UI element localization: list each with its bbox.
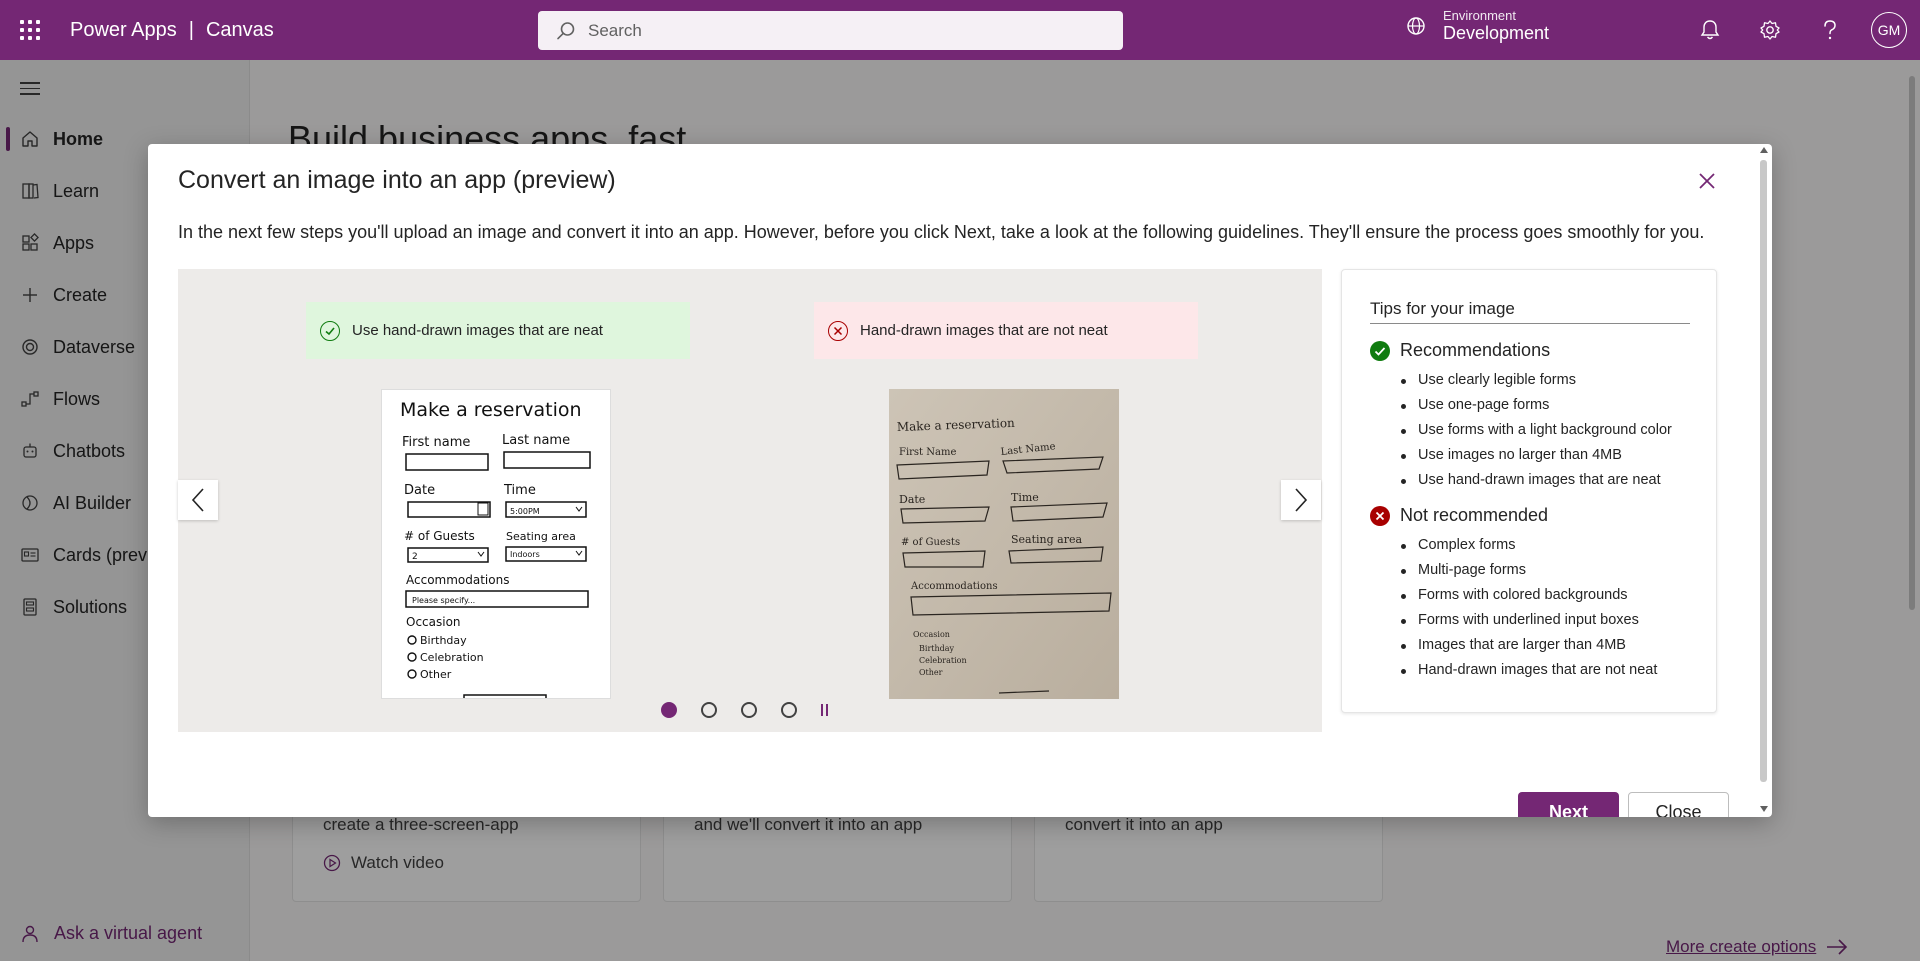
environment-label: Environment <box>1443 8 1516 23</box>
sample-guests-value: 2 <box>412 552 418 562</box>
recommendations-label: Recommendations <box>1400 340 1551 360</box>
close-icon <box>1699 173 1715 189</box>
recommendations-heading: Recommendations <box>1370 340 1550 361</box>
carousel-next-button[interactable] <box>1281 480 1321 520</box>
list-item: Forms with colored backgrounds <box>1394 583 1657 608</box>
bell-icon <box>1700 20 1720 40</box>
help-button[interactable] <box>1817 17 1843 43</box>
messy-first-name: First Name <box>899 447 956 458</box>
list-item: Forms with underlined input boxes <box>1394 608 1657 633</box>
messy-occasion: Occasion <box>913 630 950 639</box>
app-name[interactable]: Power Apps <box>70 19 177 42</box>
list-item: Multi-page forms <box>1394 558 1657 583</box>
guideline-carousel: Use hand-drawn images that are neat Hand… <box>178 269 1322 732</box>
sample-date: Date <box>404 483 435 498</box>
dialog-close-button[interactable] <box>1695 169 1719 193</box>
sample-guests: # of Guests <box>404 529 475 543</box>
convert-image-dialog: Convert an image into an app (preview) I… <box>148 144 1772 817</box>
sample-opt-birthday: Birthday <box>420 634 467 647</box>
next-button[interactable]: Next <box>1518 792 1619 817</box>
close-button[interactable]: Close <box>1628 792 1729 817</box>
good-example-text: Use hand-drawn images that are neat <box>352 322 603 339</box>
sample-opt-other: Other <box>420 668 452 681</box>
list-item: Hand-drawn images that are not neat <box>1394 658 1657 683</box>
gear-icon <box>1760 20 1780 40</box>
bad-example-text: Hand-drawn images that are not neat <box>860 322 1108 339</box>
sample-accommodations-placeholder: Please specify... <box>412 596 475 605</box>
sample-time: Time <box>503 483 536 498</box>
carousel-previous-button[interactable] <box>178 480 218 520</box>
carousel-dot-2[interactable] <box>701 702 717 718</box>
sample-seating-value: Indoors <box>510 550 540 559</box>
sample-occasion: Occasion <box>406 615 461 629</box>
avatar[interactable]: GM <box>1871 12 1907 48</box>
tips-title: Tips for your image <box>1370 299 1690 324</box>
search-icon <box>557 21 575 39</box>
environment-picker[interactable]: Environment Development <box>1405 8 1549 44</box>
settings-button[interactable] <box>1757 17 1783 43</box>
list-item: Use hand-drawn images that are neat <box>1394 468 1672 493</box>
not-recommended-heading: Not recommended <box>1370 505 1548 526</box>
check-circle-icon <box>320 320 340 341</box>
not-recommended-list: Complex forms Multi-page forms Forms wit… <box>1394 533 1657 683</box>
list-item: Complex forms <box>1394 533 1657 558</box>
search-placeholder: Search <box>588 20 642 40</box>
recommendations-list: Use clearly legible forms Use one-page f… <box>1394 368 1672 493</box>
list-item: Use one-page forms <box>1394 393 1672 418</box>
top-bar: Power Apps | Canvas Search Environment D… <box>0 0 1920 60</box>
sample-seating: Seating area <box>506 530 576 543</box>
sample-accommodations: Accommodations <box>406 573 509 587</box>
carousel-dot-3[interactable] <box>741 702 757 718</box>
error-circle-filled-icon <box>1370 505 1390 526</box>
bad-example-label: Hand-drawn images that are not neat <box>814 302 1198 359</box>
environment-value: Development <box>1443 23 1550 43</box>
pause-icon[interactable] <box>821 703 828 717</box>
carousel-dot-4[interactable] <box>781 702 797 718</box>
dialog-scrollbar[interactable] <box>1756 144 1772 817</box>
notifications-button[interactable] <box>1697 17 1723 43</box>
list-item: Use images no larger than 4MB <box>1394 443 1672 468</box>
error-circle-icon <box>828 320 848 341</box>
section-name: Canvas <box>205 18 274 41</box>
messy-opt-birthday: Birthday <box>919 644 955 653</box>
messy-opt-other: Other <box>919 668 943 677</box>
globe-building-icon <box>1407 17 1425 35</box>
carousel-pagination <box>661 702 828 718</box>
app-launcher-button[interactable] <box>0 0 60 60</box>
not-recommended-label: Not recommended <box>1400 505 1549 525</box>
messy-time: Time <box>1011 491 1039 504</box>
messy-accommodations: Accommodations <box>910 581 998 592</box>
dialog-title: Convert an image into an app (preview) <box>178 166 616 194</box>
good-example-label: Use hand-drawn images that are neat <box>306 302 690 359</box>
neat-form-sample-image: Make a reservation First name Last name … <box>381 389 611 699</box>
brand-separator: | <box>188 18 194 41</box>
scroll-up-icon[interactable] <box>1760 147 1768 153</box>
list-item: Images that are larger than 4MB <box>1394 633 1657 658</box>
sample-opt-celebration: Celebration <box>420 651 484 664</box>
messy-form-sample-image: Make a reservation First Name Last Name … <box>889 389 1119 699</box>
messy-seating: Seating area <box>1011 533 1082 546</box>
chevron-right-icon <box>1295 488 1308 512</box>
chevron-left-icon <box>191 488 204 512</box>
brand: Power Apps | Canvas <box>70 19 274 42</box>
sample-last-name: Last name <box>502 433 570 448</box>
list-item: Use clearly legible forms <box>1394 368 1672 393</box>
check-circle-filled-icon <box>1370 340 1390 361</box>
scroll-down-icon[interactable] <box>1760 806 1768 812</box>
sample-first-name: First name <box>402 435 470 450</box>
sample-heading: Make a reservation <box>400 399 582 421</box>
messy-date: Date <box>899 493 925 506</box>
search-input[interactable]: Search <box>538 11 1123 50</box>
waffle-icon <box>20 20 40 40</box>
messy-guests: # of Guests <box>901 537 960 548</box>
list-item: Use forms with a light background color <box>1394 418 1672 443</box>
question-icon <box>1824 20 1836 40</box>
dialog-description: In the next few steps you'll upload an i… <box>178 222 1705 242</box>
carousel-dot-1[interactable] <box>661 702 677 718</box>
tips-panel: Tips for your image Recommendations Use … <box>1341 269 1717 713</box>
sample-time-value: 5:00PM <box>510 507 540 516</box>
messy-opt-celebration: Celebration <box>919 656 967 665</box>
